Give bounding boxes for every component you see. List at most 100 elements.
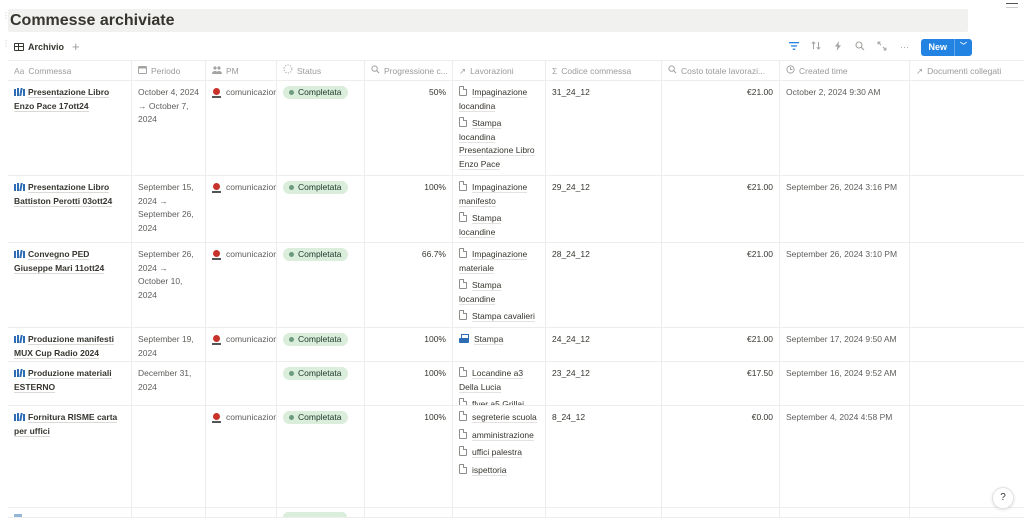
- lavorazione-name[interactable]: Impaginazione manifesto: [459, 182, 528, 207]
- commessa-link[interactable]: Produzione manifesti MUX Cup Radio 2024: [14, 334, 114, 359]
- commessa-name[interactable]: Produzione materiali ESTERNO: [14, 368, 112, 393]
- lavorazione-link[interactable]: segreterie scuola: [459, 411, 539, 425]
- cell-lavorazioni[interactable]: Locandine a3 Della Lucia flyer a5 Grillai: [453, 362, 546, 405]
- status-badge[interactable]: Completata: [283, 86, 349, 99]
- status-badge[interactable]: Completata: [283, 333, 349, 346]
- commessa-name[interactable]: Fornitura RISME carta per uffici: [14, 412, 118, 437]
- cell-status[interactable]: Completata: [277, 243, 365, 327]
- new-button[interactable]: New ﹀: [921, 38, 972, 56]
- lavorazione-name[interactable]: ispettoria: [472, 464, 507, 476]
- lavorazione-name[interactable]: flyer a5 Grillai: [472, 399, 524, 405]
- lavorazione-link[interactable]: ispettoria: [459, 463, 539, 478]
- cell-documenti[interactable]: [910, 81, 1024, 175]
- cell-commessa[interactable]: Produzione manifesti MUX Cup Radio 2024: [8, 328, 132, 361]
- lavorazione-link[interactable]: amministrazione: [459, 428, 539, 443]
- lavorazione-link[interactable]: Stampa: [459, 333, 539, 347]
- cell-pm[interactable]: comunicazione: [206, 176, 277, 242]
- cell-documenti[interactable]: [910, 176, 1024, 242]
- lightning-icon[interactable]: [833, 40, 843, 54]
- chevron-down-icon[interactable]: ﹀: [955, 39, 972, 56]
- cell-documenti[interactable]: [910, 328, 1024, 361]
- commessa-link[interactable]: Fornitura RISME carta per uffici: [14, 412, 118, 437]
- table-row[interactable]: Presentazione Libro Battiston Perotti 03…: [8, 176, 1024, 243]
- outline-icon[interactable]: [1006, 3, 1018, 11]
- commessa-link[interactable]: Presentazione Libro Battiston Perotti 03…: [14, 182, 113, 207]
- new-button-label[interactable]: New: [921, 38, 955, 56]
- column-header-progressione[interactable]: Progressione c...: [365, 61, 453, 80]
- cell-lavorazioni[interactable]: Impaginazione materiale Stampa locandine S…: [453, 243, 546, 327]
- cell-periodo[interactable]: [132, 406, 206, 507]
- commessa-name[interactable]: Presentazione Libro Battiston Perotti 03…: [14, 182, 113, 207]
- column-header-documenti[interactable]: ↗ Documenti collegati: [910, 61, 1024, 80]
- status-badge[interactable]: Completata: [283, 411, 349, 424]
- pm-user[interactable]: comunicazione: [212, 248, 276, 262]
- pm-user[interactable]: comunicazione: [212, 181, 276, 195]
- more-icon[interactable]: ···: [899, 41, 909, 53]
- pm-user[interactable]: comunicazione: [212, 333, 276, 347]
- lavorazione-name[interactable]: segreterie scuola: [472, 412, 537, 423]
- commessa-link[interactable]: Convegno PED Giuseppe Mari 11ott24: [14, 249, 105, 274]
- cell-commessa[interactable]: Fornitura RISME carta per uffici: [8, 406, 132, 507]
- table-row[interactable]: Produzione materiali ESTERNO December 31…: [8, 362, 1024, 406]
- lavorazione-link[interactable]: Impaginazione manifesto: [459, 181, 539, 208]
- lavorazione-name[interactable]: Locandine a3 Della Lucia: [459, 368, 524, 393]
- table-row-partial[interactable]: [8, 508, 1024, 518]
- filter-icon[interactable]: [789, 41, 800, 53]
- drag-handle-icon[interactable]: ⋮: [2, 12, 10, 20]
- cell-pm[interactable]: [206, 362, 277, 405]
- commessa-link[interactable]: Presentazione Libro Enzo Pace 17ott24: [14, 87, 110, 112]
- sort-icon[interactable]: [811, 41, 822, 53]
- cell-pm[interactable]: comunicazione: [206, 81, 277, 175]
- table-row[interactable]: Fornitura RISME carta per uffici comunic…: [8, 406, 1024, 508]
- cell-pm[interactable]: comunicazione: [206, 406, 277, 507]
- lavorazione-link[interactable]: Stampa cavalieri: [459, 310, 539, 324]
- commessa-link[interactable]: Produzione materiali ESTERNO: [14, 368, 112, 393]
- lavorazione-name[interactable]: Stampa locandina Presentazione Libro Enz…: [459, 118, 535, 170]
- table-row[interactable]: Presentazione Libro Enzo Pace 17ott24 Oc…: [8, 81, 1024, 176]
- lavorazione-link[interactable]: Stampa locandina Presentazione Libro Enz…: [459, 117, 539, 171]
- add-view-button[interactable]: +: [72, 40, 80, 53]
- commessa-name[interactable]: Produzione manifesti MUX Cup Radio 2024: [14, 334, 114, 359]
- column-header-created-time[interactable]: Created time: [780, 61, 910, 80]
- cell-documenti[interactable]: [910, 243, 1024, 327]
- expand-icon[interactable]: [877, 41, 887, 54]
- cell-commessa[interactable]: Produzione materiali ESTERNO: [8, 362, 132, 405]
- lavorazione-name[interactable]: Impaginazione locandina: [459, 87, 528, 112]
- commessa-name[interactable]: Convegno PED Giuseppe Mari 11ott24: [14, 249, 105, 274]
- cell-periodo[interactable]: October 4, 2024 → October 7, 2024: [132, 81, 206, 175]
- cell-pm[interactable]: comunicazione: [206, 328, 277, 361]
- lavorazione-link[interactable]: Impaginazione locandina: [459, 86, 539, 113]
- lavorazione-name[interactable]: Stampa cavalieri: [472, 311, 535, 322]
- column-header-commessa[interactable]: Aa Commessa: [8, 61, 132, 80]
- lavorazione-link[interactable]: flyer a5 Grillai: [459, 398, 539, 405]
- cell-pm[interactable]: comunicazione: [206, 243, 277, 327]
- table-row[interactable]: Convegno PED Giuseppe Mari 11ott24 Septe…: [8, 243, 1024, 328]
- pm-user[interactable]: comunicazione: [212, 86, 276, 100]
- status-badge[interactable]: Completata: [283, 181, 349, 194]
- lavorazione-link[interactable]: Stampa locandine: [459, 279, 539, 306]
- cell-commessa[interactable]: Presentazione Libro Enzo Pace 17ott24: [8, 81, 132, 175]
- cell-lavorazioni[interactable]: Stampa: [453, 328, 546, 361]
- lavorazione-name[interactable]: Impaginazione materiale: [459, 249, 528, 274]
- lavorazione-link[interactable]: uffici palestra: [459, 446, 539, 460]
- help-button[interactable]: ?: [992, 487, 1014, 509]
- cell-status[interactable]: Completata: [277, 406, 365, 507]
- column-header-lavorazioni[interactable]: ↗ Lavorazioni: [453, 61, 546, 80]
- cell-lavorazioni[interactable]: Impaginazione manifesto Stampa locandine: [453, 176, 546, 242]
- lavorazione-name[interactable]: amministrazione: [472, 429, 534, 441]
- lavorazione-name[interactable]: uffici palestra: [472, 447, 522, 458]
- pm-user[interactable]: comunicazione: [212, 411, 276, 425]
- cell-status[interactable]: Completata: [277, 328, 365, 361]
- cell-status[interactable]: Completata: [277, 176, 365, 242]
- column-header-codice[interactable]: Σ Codice commessa: [546, 61, 662, 80]
- column-header-status[interactable]: Status: [277, 61, 365, 80]
- column-header-periodo[interactable]: Periodo: [132, 61, 206, 80]
- drag-handle-icon[interactable]: ⋮: [2, 40, 10, 48]
- cell-periodo[interactable]: September 19, 2024: [132, 328, 206, 361]
- lavorazione-link[interactable]: Stampa locandine: [459, 212, 539, 239]
- lavorazione-link[interactable]: Locandine a3 Della Lucia: [459, 367, 539, 394]
- cell-periodo[interactable]: September 15, 2024 → September 26, 2024: [132, 176, 206, 242]
- cell-status[interactable]: Completata: [277, 362, 365, 405]
- column-header-costo[interactable]: Costo totale lavorazi...: [662, 61, 780, 80]
- cell-lavorazioni[interactable]: segreterie scuola amministrazione uffici p…: [453, 406, 546, 507]
